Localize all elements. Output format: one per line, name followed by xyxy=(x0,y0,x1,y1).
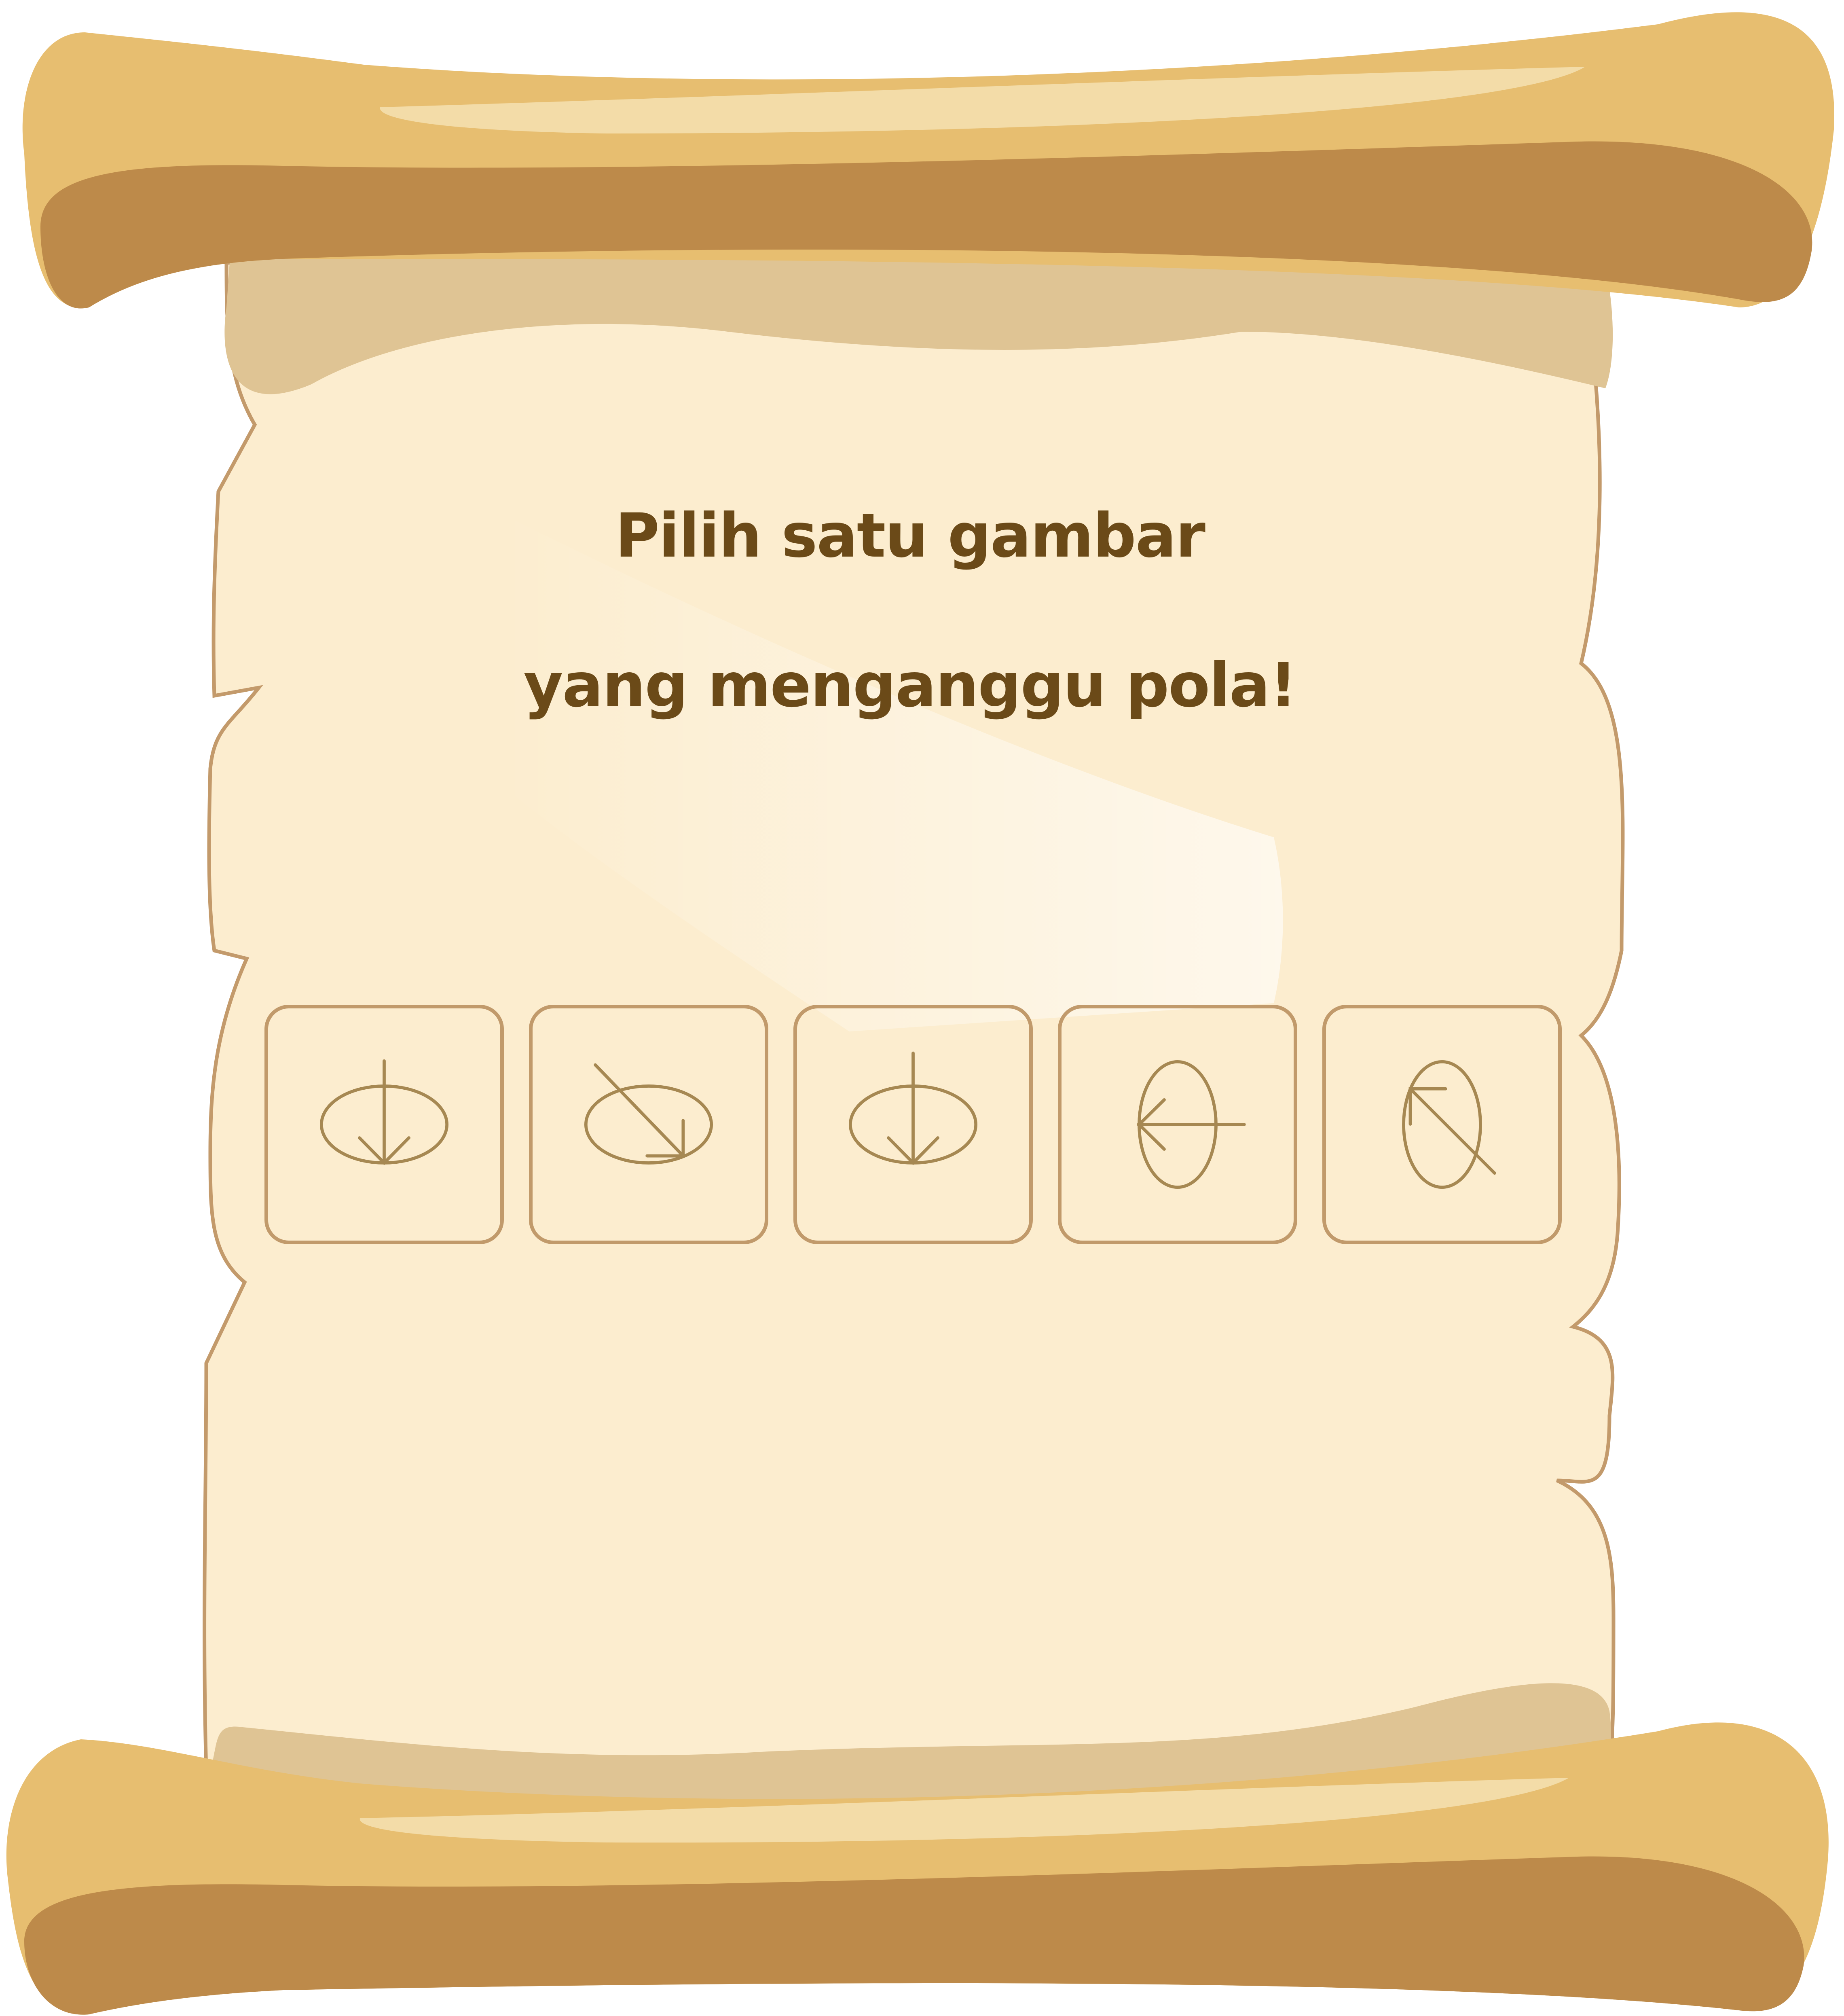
ellipse-arrow-left-icon xyxy=(1137,1060,1246,1189)
choice-card-2[interactable] xyxy=(529,1005,768,1244)
prompt-line-1: Pilih satu gambar xyxy=(615,501,1205,571)
ellipse-arrow-down-icon xyxy=(848,1051,978,1165)
ellipse-arrow-down-right-icon xyxy=(584,1063,713,1165)
ellipse-arrow-down-icon xyxy=(319,1059,449,1165)
ellipse-arrow-up-left-icon xyxy=(1402,1060,1496,1189)
choice-card-3[interactable] xyxy=(793,1005,1033,1244)
puzzle-prompt: Pilih satu gambar yang menganggu pola! xyxy=(445,461,1375,760)
choice-card-4[interactable] xyxy=(1058,1005,1297,1244)
prompt-line-2: yang menganggu pola! xyxy=(523,650,1297,721)
choice-card-5[interactable] xyxy=(1322,1005,1562,1244)
choice-card-1[interactable] xyxy=(264,1005,504,1244)
